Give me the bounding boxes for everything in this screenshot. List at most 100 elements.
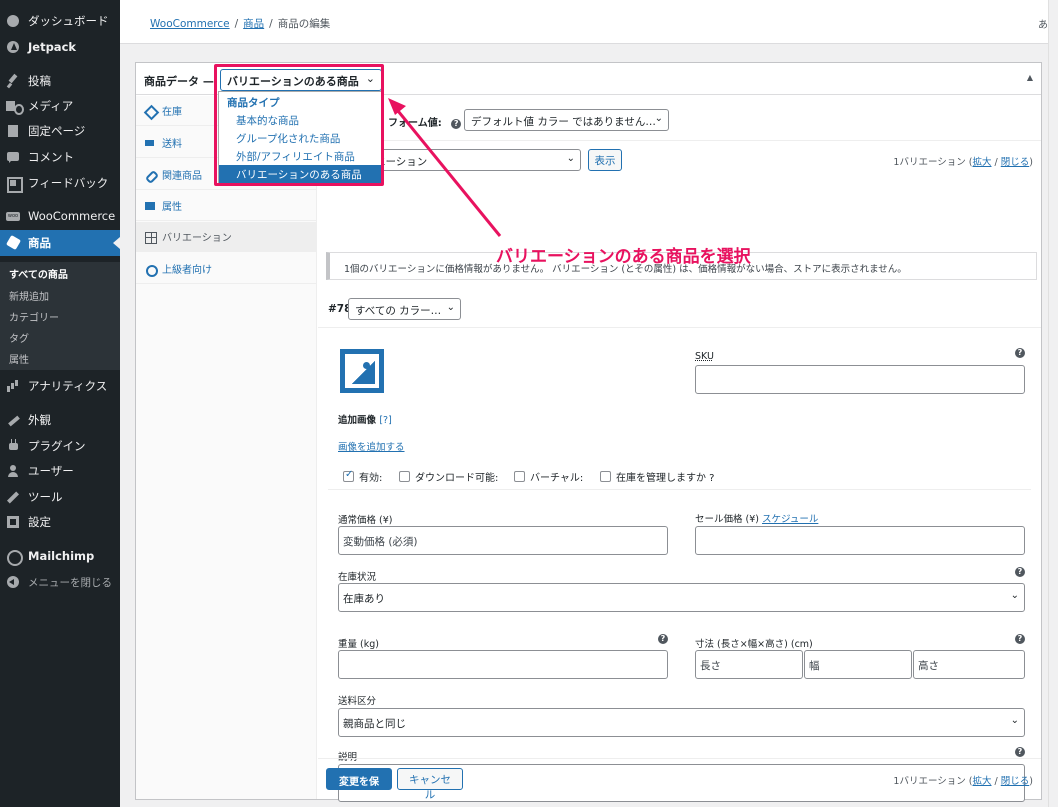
sidebar-item-woocommerce[interactable]: WooCommerce	[0, 204, 120, 228]
sidebar-item-jetpack[interactable]: Jetpack	[0, 35, 120, 59]
submenu-add-new[interactable]: 新規追加	[9, 288, 49, 303]
additional-images-label: 追加画像 [?]	[338, 415, 392, 426]
analytics-icon	[6, 379, 20, 393]
sidebar-item-dashboard[interactable]: ダッシュボード	[0, 9, 120, 33]
shipping-icon	[145, 138, 155, 148]
jetpack-icon	[6, 40, 20, 54]
dimensions-label: 寸法 (長さ×幅×高さ) (cm)	[695, 639, 813, 650]
submenu-all-products[interactable]: すべての商品	[9, 266, 68, 281]
sidebar-item-feedback[interactable]: フィードバック	[0, 171, 120, 195]
downloadable-checkbox[interactable]: ダウンロード可能:	[399, 469, 498, 484]
weight-label: 重量 (kg)	[338, 639, 379, 650]
bulk-actions-select[interactable]: エーション ⌄	[368, 149, 581, 171]
sidebar-item-tools[interactable]: ツール	[0, 485, 120, 509]
sidebar-item-users[interactable]: ユーザー	[0, 459, 120, 483]
tab-advanced[interactable]: 上級者向け	[136, 254, 317, 284]
sidebar-item-media[interactable]: メディア	[0, 94, 120, 118]
sidebar-item-comments[interactable]: コメント	[0, 145, 120, 169]
variation-body: SKU ? 追加画像 [?] 画像を追加する 有効: ダウンロード可能: バーチ…	[318, 329, 1041, 802]
submenu-tags[interactable]: タグ	[9, 330, 29, 345]
close-link[interactable]: 閉じる	[1001, 157, 1030, 168]
breadcrumb: WooCommerce / 商品 / 商品の編集	[150, 18, 331, 30]
help-icon[interactable]: ?	[1015, 348, 1025, 358]
show-button[interactable]: 表示	[588, 149, 622, 171]
chevron-down-icon: ⌄	[1010, 715, 1019, 726]
annotation-highlight-box	[214, 64, 384, 186]
regular-price-input[interactable]: 変動価格 (必須)	[338, 526, 668, 555]
sidebar-item-pages[interactable]: 固定ページ	[0, 119, 120, 143]
annotation-text: バリエーションのある商品を選択	[496, 247, 751, 267]
collapse-menu-button[interactable]: メニューを閉じる	[0, 570, 120, 594]
chevron-down-icon: ⌄	[446, 302, 455, 313]
grid-icon	[145, 231, 157, 244]
schedule-link[interactable]: スケジュール	[762, 514, 818, 525]
feedback-icon	[6, 176, 23, 193]
submenu-attributes[interactable]: 属性	[9, 351, 29, 366]
plugin-icon	[6, 439, 20, 453]
comment-icon	[6, 150, 20, 164]
help-icon[interactable]: ?	[1015, 567, 1025, 577]
virtual-checkbox[interactable]: バーチャル:	[514, 469, 583, 484]
help-icon[interactable]: ?	[451, 119, 462, 129]
cancel-button[interactable]: キャンセル	[397, 768, 463, 801]
height-input[interactable]: 高さ	[913, 650, 1025, 679]
regular-price-label: 通常価格 (¥)	[338, 515, 393, 526]
sidebar-item-settings[interactable]: 設定	[0, 510, 120, 534]
weight-input[interactable]	[338, 650, 668, 679]
shipping-class-select[interactable]: 親商品と同じ ⌄	[338, 708, 1025, 737]
width-input[interactable]: 幅	[804, 650, 912, 679]
variation-attribute-select[interactable]: すべての カラー… ⌄	[348, 298, 461, 320]
sidebar-item-appearance[interactable]: 外観	[0, 408, 120, 432]
length-input[interactable]: 長さ	[695, 650, 803, 679]
sidebar-item-posts[interactable]: 投稿	[0, 69, 120, 93]
gear-icon	[145, 264, 158, 277]
sale-price-input[interactable]	[695, 526, 1025, 555]
manage-stock-checkbox[interactable]: 在庫を管理しますか ?	[600, 469, 715, 484]
sidebar-item-products[interactable]: 商品	[0, 230, 120, 256]
chevron-down-icon: ⌄	[1010, 590, 1019, 601]
breadcrumb-woocommerce-link[interactable]: WooCommerce	[150, 18, 230, 30]
sku-input[interactable]	[695, 365, 1025, 394]
mailchimp-icon	[6, 549, 23, 566]
media-icon	[6, 99, 24, 115]
chevron-down-icon: ⌄	[654, 113, 663, 124]
tab-variations[interactable]: バリエーション	[136, 222, 317, 252]
sidebar-item-plugins[interactable]: プラグイン	[0, 434, 120, 458]
expand-link[interactable]: 拡大	[973, 776, 992, 787]
add-images-link[interactable]: 画像を追加する	[338, 439, 405, 453]
enabled-checkbox[interactable]: 有効:	[343, 469, 382, 484]
stock-status-label: 在庫状況	[338, 572, 377, 583]
chevron-down-icon: ⌄	[566, 153, 575, 164]
inventory-icon	[145, 106, 155, 116]
topbar-truncated-text: あ	[1038, 20, 1048, 31]
variation-count-footer: 1バリエーション (拡大 / 閉じる)	[893, 776, 1033, 787]
sidebar-item-mailchimp[interactable]: Mailchimp	[0, 544, 120, 568]
expand-link[interactable]: 拡大	[973, 157, 992, 168]
help-icon[interactable]: ?	[658, 634, 668, 644]
panel-collapse-icon[interactable]: ▲	[1027, 73, 1033, 82]
breadcrumb-products-link[interactable]: 商品	[243, 18, 264, 30]
default-attribute-select[interactable]: デフォルト値 カラー ではありません… ⌄	[464, 109, 669, 131]
help-icon[interactable]: ?	[1015, 747, 1025, 757]
stock-status-select[interactable]: 在庫あり ⌄	[338, 583, 1025, 612]
save-changes-button[interactable]: 変更を保存	[326, 768, 392, 803]
collapse-icon	[6, 575, 20, 589]
link-icon	[145, 170, 155, 180]
additional-images-help-link[interactable]: [?]	[379, 415, 391, 426]
variation-image-placeholder-icon[interactable]	[340, 349, 384, 393]
settings-icon	[6, 515, 20, 529]
top-breadcrumb-bar: WooCommerce / 商品 / 商品の編集 あ	[120, 0, 1048, 44]
tab-attributes[interactable]: 属性	[136, 191, 317, 221]
help-icon[interactable]: ?	[1015, 634, 1025, 644]
variation-header[interactable]: #78 すべての カラー… ⌄	[318, 292, 1041, 328]
woocommerce-icon	[6, 209, 20, 223]
panel-title: 商品データ —	[144, 75, 214, 88]
submenu-categories[interactable]: カテゴリー	[9, 309, 59, 324]
breadcrumb-current: 商品の編集	[277, 18, 331, 30]
sale-price-label: セール価格 (¥) スケジュール	[695, 514, 819, 525]
page-scrollbar[interactable]	[1048, 0, 1058, 807]
shipping-class-label: 送料区分	[338, 696, 377, 707]
products-submenu: すべての商品 新規追加 カテゴリー タグ 属性	[0, 262, 120, 370]
close-link[interactable]: 閉じる	[1001, 776, 1030, 787]
sidebar-item-analytics[interactable]: アナリティクス	[0, 374, 120, 398]
